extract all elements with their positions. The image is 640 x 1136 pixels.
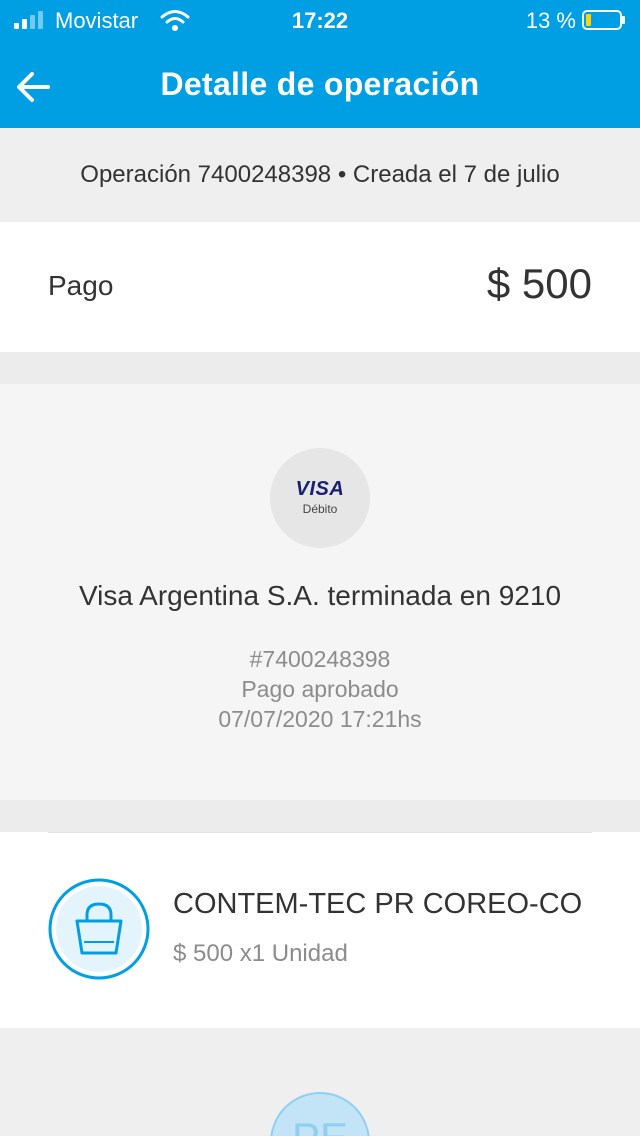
payment-status: Pago aprobado (241, 676, 399, 702)
divider-line (48, 832, 592, 833)
payment-amount: $ 500 (486, 260, 592, 307)
item-subtitle: $ 500 x1 Unidad (173, 940, 348, 967)
item-title: CONTEM-TEC PR COREO-CO (173, 888, 583, 920)
section-divider (0, 352, 640, 384)
payment-label: Pago (48, 270, 114, 301)
payment-method-section: VISA Débito Visa Argentina S.A. terminad… (0, 384, 640, 800)
seller-avatar: PE (270, 1092, 370, 1136)
operation-summary: Operación 7400248398 • Creada el 7 de ju… (0, 128, 640, 222)
card-name: Visa Argentina S.A. terminada en 9210 (78, 580, 562, 611)
shopping-bag-icon (48, 878, 150, 980)
seller-initials: PE (272, 1114, 368, 1136)
item-card[interactable]: CONTEM-TEC PR COREO-CO $ 500 x1 Unidad (0, 832, 640, 1028)
status-bar: Movistar 17:22 13 % (0, 0, 640, 40)
battery-icon (582, 10, 625, 30)
operation-reference: #7400248398 (249, 646, 391, 672)
payment-datetime: 07/07/2020 17:21hs (218, 706, 422, 732)
payment-card: Pago $ 500 (0, 222, 640, 352)
visa-brand-text: VISA (295, 478, 345, 500)
battery-percent: 13 % (525, 8, 576, 33)
seller-section: PE (0, 1028, 640, 1136)
section-divider (0, 800, 640, 832)
visa-brand-sub: Débito (302, 502, 338, 516)
app-header: Movistar 17:22 13 % Detalle de operación (0, 0, 640, 128)
page-title: Detalle de operación (160, 66, 480, 102)
visa-debit-logo: VISA Débito (270, 448, 370, 548)
